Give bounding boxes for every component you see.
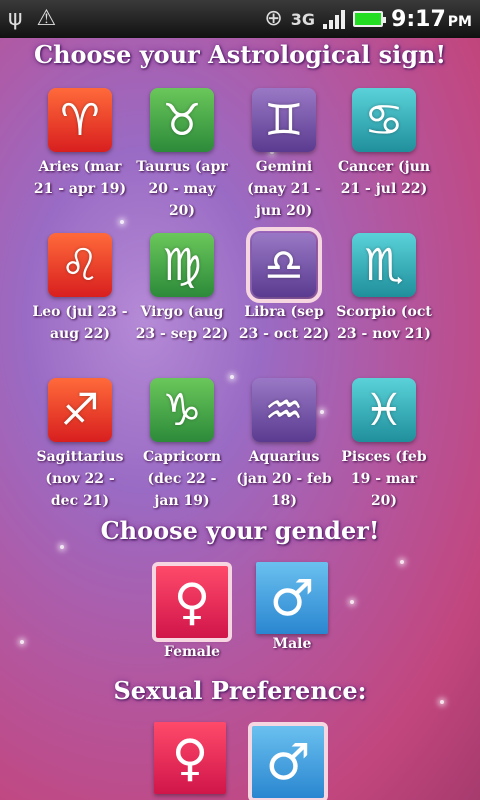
sparkle xyxy=(20,640,24,644)
sign-aquarius[interactable]: ♒ Aquarius (jan 20 - feb 18) xyxy=(236,378,332,512)
male-icon: ♂ xyxy=(269,569,315,627)
male-icon: ♂ xyxy=(265,733,311,791)
sign-name: Gemini xyxy=(255,159,313,175)
female-label: Female xyxy=(163,644,221,660)
preference-title: Sexual Preference: xyxy=(113,676,367,705)
sign-label: Aries (mar 21 - apr 19) xyxy=(32,156,128,200)
sign-name: Capricorn xyxy=(142,449,222,465)
sign-name: Leo xyxy=(32,304,61,320)
pisces-icon: ♓ xyxy=(352,378,416,442)
capricorn-icon: ♑ xyxy=(150,378,214,442)
sign-range: (jul 23 - aug 22) xyxy=(49,304,128,342)
sign-pisces[interactable]: ♓ Pisces (feb 19 - mar 20) xyxy=(336,378,432,512)
gps-icon: ⊕ xyxy=(264,6,283,31)
warning-icon: ⚠ xyxy=(36,6,57,31)
sparkle xyxy=(120,220,124,224)
network-type: 3G xyxy=(290,9,316,29)
virgo-icon: ♍ xyxy=(150,233,214,297)
sign-name: Virgo xyxy=(140,304,183,320)
sign-label: Cancer (jun 21 - jul 22) xyxy=(336,156,432,200)
male-gender-button[interactable]: ♂ xyxy=(256,562,328,634)
leo-icon: ♌ xyxy=(48,233,112,297)
sign-name: Sagittarius xyxy=(36,449,124,465)
sign-name: Pisces xyxy=(341,449,391,465)
sparkle xyxy=(350,600,354,604)
sign-label: Sagittarius (nov 22 - dec 21) xyxy=(32,446,128,512)
sign-virgo[interactable]: ♍ Virgo (aug 23 - sep 22) xyxy=(134,233,230,345)
sign-label: Leo (jul 23 - aug 22) xyxy=(32,301,128,345)
female-gender-button[interactable]: ♀ xyxy=(152,562,232,642)
sign-label: Pisces (feb 19 - mar 20) xyxy=(336,446,432,512)
sign-label: Capricorn (dec 22 - jan 19) xyxy=(134,446,230,512)
sign-label: Taurus (apr 20 - may 20) xyxy=(134,156,230,222)
sign-name: Cancer xyxy=(337,159,394,175)
sign-name: Libra xyxy=(244,304,286,320)
clock: 9:17 PM xyxy=(391,6,472,32)
preference-male-button[interactable]: ♂ xyxy=(248,722,328,800)
taurus-icon: ♉ xyxy=(150,88,214,152)
sign-name: Aries xyxy=(38,159,79,175)
usb-icon: ψ xyxy=(8,6,23,31)
sign-aries[interactable]: ♈ Aries (mar 21 - apr 19) xyxy=(32,88,128,200)
male-label: Male xyxy=(272,636,312,652)
sign-sagittarius[interactable]: ♐ Sagittarius (nov 22 - dec 21) xyxy=(32,378,128,512)
scorpio-icon: ♏ xyxy=(352,233,416,297)
sign-libra[interactable]: ♎ Libra (sep 23 - oct 22) xyxy=(236,227,332,345)
sign-label: Aquarius (jan 20 - feb 18) xyxy=(236,446,332,512)
female-icon: ♀ xyxy=(171,729,209,787)
sign-label: Scorpio (oct 23 - nov 21) xyxy=(336,301,432,345)
sign-taurus[interactable]: ♉ Taurus (apr 20 - may 20) xyxy=(134,88,230,222)
status-bar: ψ ⚠ ⊕ 3G 9:17 PM xyxy=(0,0,480,38)
sign-gemini[interactable]: ♊ Gemini (may 21 - jun 20) xyxy=(236,88,332,222)
gemini-icon: ♊ xyxy=(252,88,316,152)
sign-cancer[interactable]: ♋ Cancer (jun 21 - jul 22) xyxy=(336,88,432,200)
preference-female-button[interactable]: ♀ xyxy=(154,722,226,794)
sparkle xyxy=(60,545,64,549)
sparkle xyxy=(230,375,234,379)
sign-leo[interactable]: ♌ Leo (jul 23 - aug 22) xyxy=(32,233,128,345)
sagittarius-icon: ♐ xyxy=(48,378,112,442)
signal-icon xyxy=(323,9,346,29)
battery-icon xyxy=(353,11,387,27)
sign-name: Taurus xyxy=(136,159,190,175)
sign-range: (dec 22 - jan 19) xyxy=(147,471,217,509)
sign-capricorn[interactable]: ♑ Capricorn (dec 22 - jan 19) xyxy=(134,378,230,512)
sign-label: Gemini (may 21 - jun 20) xyxy=(236,156,332,222)
sign-range: (nov 22 - dec 21) xyxy=(45,471,115,509)
gender-title: Choose your gender! xyxy=(100,516,380,545)
sign-range: (may 21 - jun 20) xyxy=(247,181,321,219)
female-icon: ♀ xyxy=(173,573,211,631)
sign-name: Aquarius xyxy=(248,449,320,465)
libra-icon: ♎ xyxy=(246,227,322,303)
aries-icon: ♈ xyxy=(48,88,112,152)
aquarius-icon: ♒ xyxy=(252,378,316,442)
sign-label: Virgo (aug 23 - sep 22) xyxy=(134,301,230,345)
sign-label: Libra (sep 23 - oct 22) xyxy=(236,301,332,345)
sparkle xyxy=(400,560,404,564)
sign-scorpio[interactable]: ♏ Scorpio (oct 23 - nov 21) xyxy=(336,233,432,345)
page-title: Choose your Astrological sign! xyxy=(33,40,447,69)
sign-name: Scorpio xyxy=(336,304,396,320)
cancer-icon: ♋ xyxy=(352,88,416,152)
sign-range: (jan 20 - feb 18) xyxy=(236,471,332,509)
